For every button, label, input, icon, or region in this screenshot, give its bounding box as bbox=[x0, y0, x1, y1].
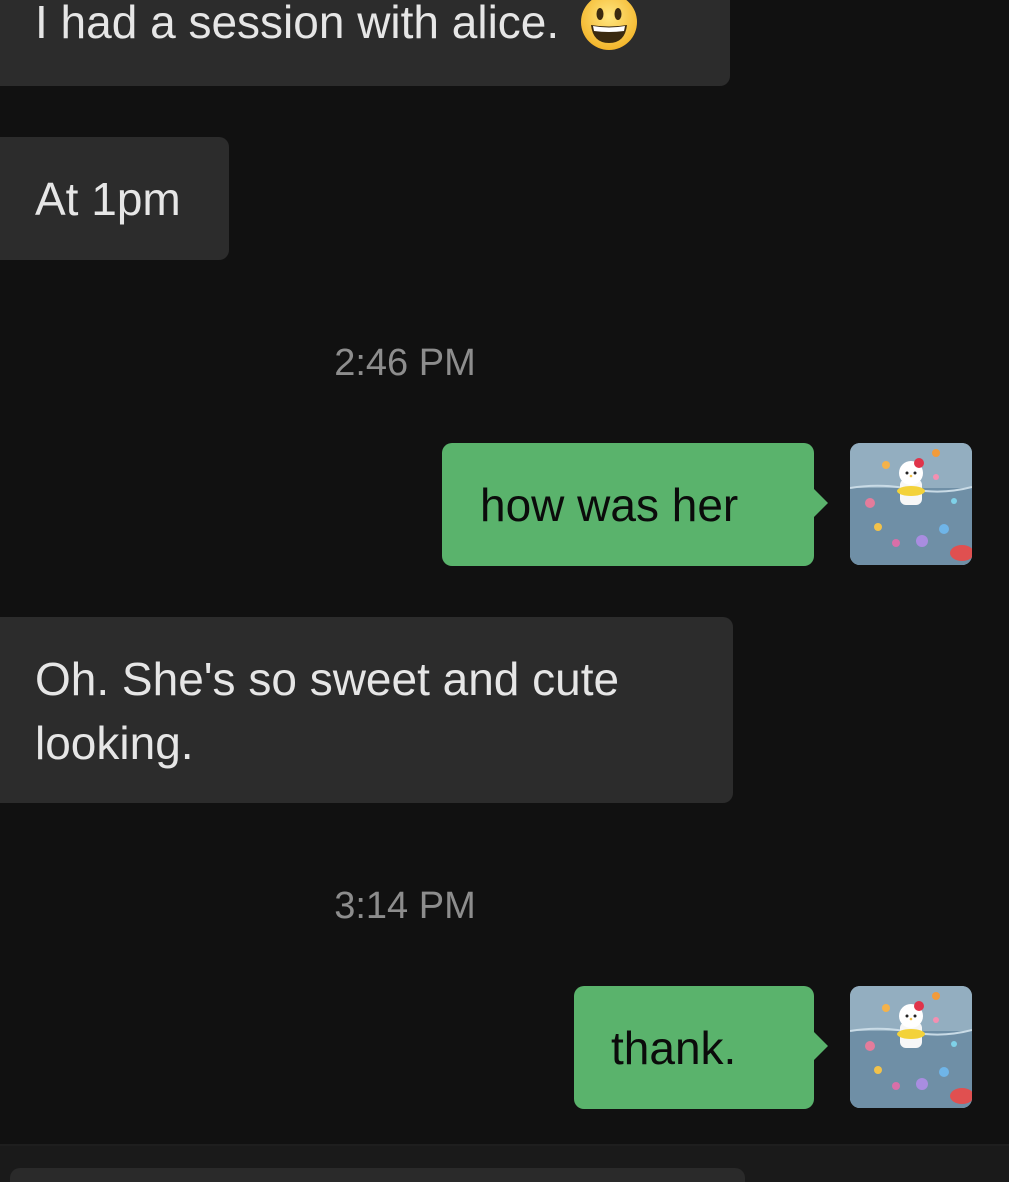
user-avatar[interactable] bbox=[850, 443, 972, 565]
message-text: how was her bbox=[480, 479, 739, 531]
message-bubble-incoming[interactable]: I had a session with alice. bbox=[0, 0, 730, 86]
message-text-line: looking. bbox=[35, 717, 194, 769]
message-timestamp: 3:14 PM bbox=[334, 885, 476, 927]
message-bubble-outgoing[interactable]: how was her bbox=[442, 443, 828, 566]
message-timestamp: 2:46 PM bbox=[334, 342, 476, 384]
message-bubble-incoming[interactable]: Oh. She's so sweet and cute looking. bbox=[0, 617, 733, 803]
user-avatar[interactable] bbox=[850, 986, 972, 1108]
chat-screen: I had a session with alice. At 1pm 2:46 … bbox=[0, 0, 1009, 1182]
message-input[interactable] bbox=[10, 1168, 745, 1182]
hello-kitty-aquarium-avatar-icon bbox=[850, 986, 972, 1108]
message-bubble-outgoing[interactable]: thank. bbox=[574, 986, 828, 1109]
message-text: At 1pm bbox=[35, 173, 181, 225]
hello-kitty-aquarium-avatar-icon bbox=[850, 443, 972, 565]
grinning-face-icon bbox=[580, 0, 638, 51]
message-text: thank. bbox=[611, 1022, 737, 1074]
message-text-line: Oh. She's so sweet and cute bbox=[35, 653, 620, 705]
message-bubble-incoming[interactable]: At 1pm bbox=[0, 137, 229, 260]
message-text: I had a session with alice. bbox=[35, 0, 560, 48]
